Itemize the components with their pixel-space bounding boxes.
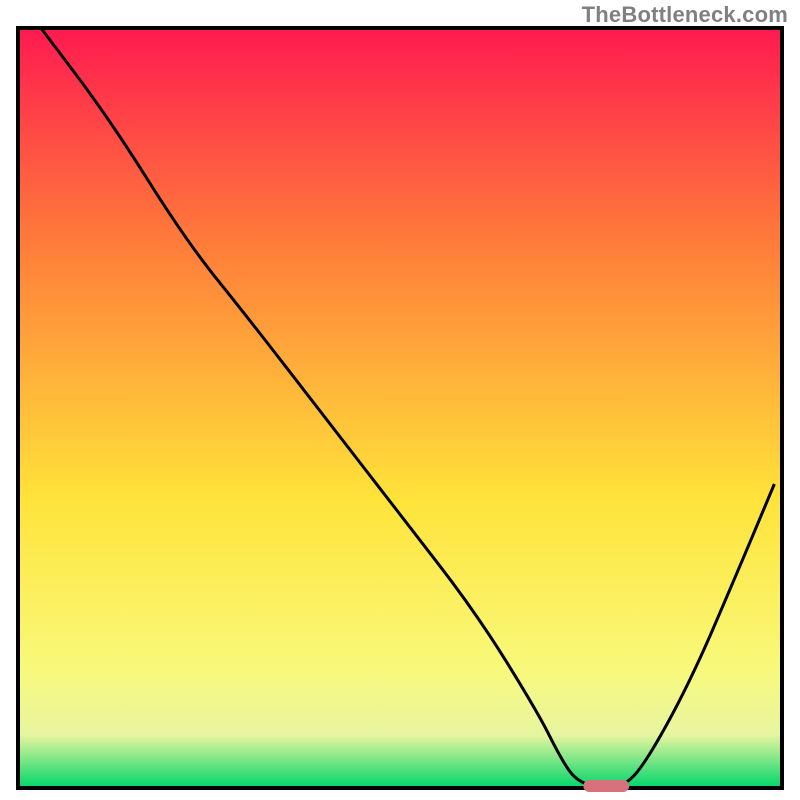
bottleneck-chart [0, 0, 800, 800]
chart-container: TheBottleneck.com [0, 0, 800, 800]
plot-background [18, 28, 782, 788]
optimum-marker [583, 780, 629, 792]
